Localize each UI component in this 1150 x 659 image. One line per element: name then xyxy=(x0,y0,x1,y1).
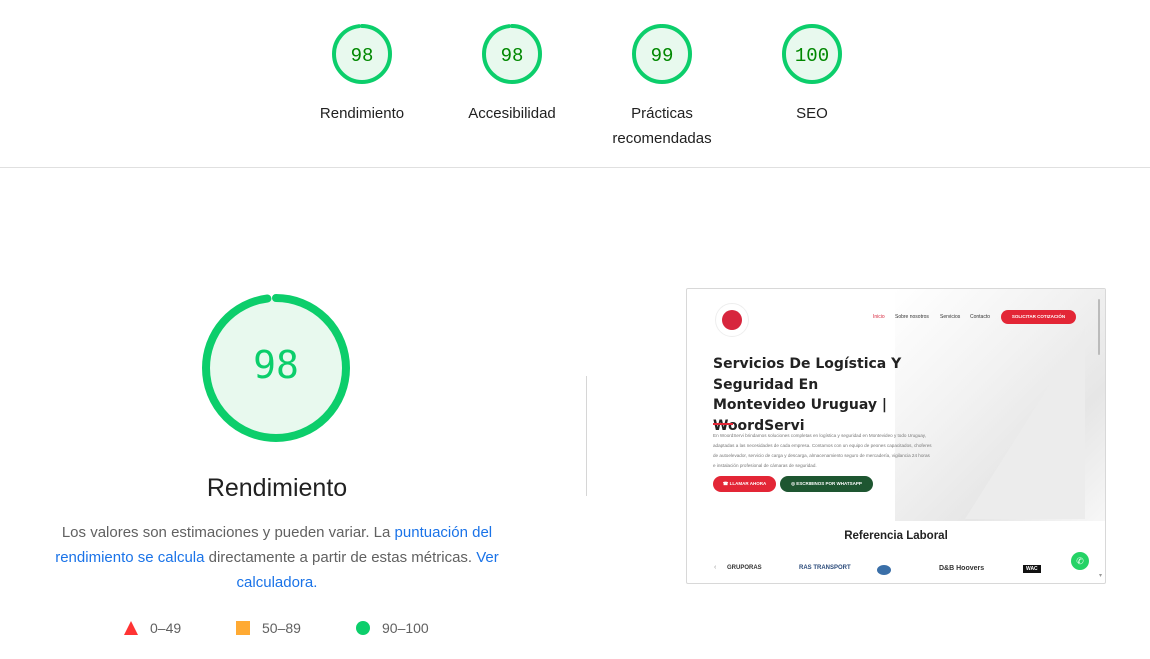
gauge-label: Prácticas recomendadas xyxy=(612,105,712,147)
legend-range: 50–89 xyxy=(262,620,301,636)
headline-underline xyxy=(713,423,733,425)
site-whatsapp-button: ◎ ESCRIBINOS POR WHATSAPP xyxy=(780,476,873,492)
performance-description: Los valores son estimaciones y pueden va… xyxy=(52,520,502,595)
legend-fail: 0–49 xyxy=(124,620,181,636)
site-nav-item: Inicio xyxy=(873,314,885,320)
desc-text: directamente a partir de estas métricas. xyxy=(204,549,477,566)
performance-score: 98 xyxy=(253,343,299,387)
gauge-score: 98 xyxy=(501,45,524,67)
scroll-down-icon: ▾ xyxy=(1098,573,1102,579)
score-gauge-icon: 99 xyxy=(632,24,692,84)
gauge-label: Rendimiento xyxy=(319,105,405,122)
gauge-performance[interactable]: 98 Rendimiento xyxy=(282,22,442,126)
gauge-best-practices[interactable]: 99 Prácticas recomendadas xyxy=(582,22,742,151)
partner-logo: D&B Hoovers xyxy=(939,565,985,572)
partner-logo xyxy=(877,565,891,575)
site-section-title: Referencia Laboral xyxy=(844,530,948,542)
legend-range: 90–100 xyxy=(382,620,429,636)
partner-logo: GRUPORAS xyxy=(727,565,762,571)
gauge-score: 98 xyxy=(351,45,374,67)
partner-logo: WAC xyxy=(1023,565,1041,573)
gauge-score: 100 xyxy=(795,45,829,67)
legend-range: 0–49 xyxy=(150,620,182,636)
average-square-icon xyxy=(236,621,250,635)
category-summary: 98 Rendimiento 98 Accesibilidad 99 Práct… xyxy=(0,0,1150,168)
site-paragraph: En WoordServi brindamos soluciones compl… xyxy=(713,433,932,468)
vertical-divider xyxy=(586,376,587,496)
whatsapp-icon: ✆ xyxy=(1071,552,1089,570)
hero-background-shape xyxy=(965,329,1085,519)
pass-circle-icon xyxy=(356,621,370,635)
site-cta-button: SOLICITAR COTIZACIÓN xyxy=(1001,310,1076,324)
site-headline: Servicios De Logística Y Seguridad En Mo… xyxy=(713,356,902,434)
site-nav-item: Contacto xyxy=(970,314,991,320)
desc-text: Los valores son estimaciones y pueden va… xyxy=(61,524,395,541)
legend-average: 50–89 xyxy=(236,620,301,636)
performance-gauge-icon: 98 xyxy=(202,294,350,442)
site-nav-item: Sobre nosotros xyxy=(895,314,929,320)
scrollbar-thumb xyxy=(1098,299,1100,355)
gauge-accessibility[interactable]: 98 Accesibilidad xyxy=(432,22,592,126)
final-screenshot[interactable]: Inicio Sobre nosotros Servicios Contacto… xyxy=(686,288,1106,584)
site-call-button: ☎ LLAMAR AHORA xyxy=(713,476,776,492)
fail-triangle-icon xyxy=(124,621,138,635)
partner-logo: RAS TRANSPORT xyxy=(799,565,851,571)
gauge-label: SEO xyxy=(796,105,828,122)
gauge-label: Accesibilidad xyxy=(468,105,556,122)
site-nav-item: Servicios xyxy=(940,314,961,320)
site-logo xyxy=(715,303,749,337)
partner-logos: GRUPORAS RAS TRANSPORT D&B Hoovers WAC xyxy=(713,561,1073,577)
score-gauge-icon: 100 xyxy=(782,24,842,84)
performance-title: Rendimiento xyxy=(206,474,348,502)
gauge-score: 99 xyxy=(651,45,674,67)
score-gauge-icon: 98 xyxy=(482,24,542,84)
gauge-seo[interactable]: 100 SEO xyxy=(732,22,892,126)
score-gauge-icon: 98 xyxy=(332,24,392,84)
score-legend: 0–49 50–89 90–100 xyxy=(0,620,600,644)
legend-pass: 90–100 xyxy=(356,620,429,636)
performance-gauge: 98 xyxy=(196,288,356,448)
